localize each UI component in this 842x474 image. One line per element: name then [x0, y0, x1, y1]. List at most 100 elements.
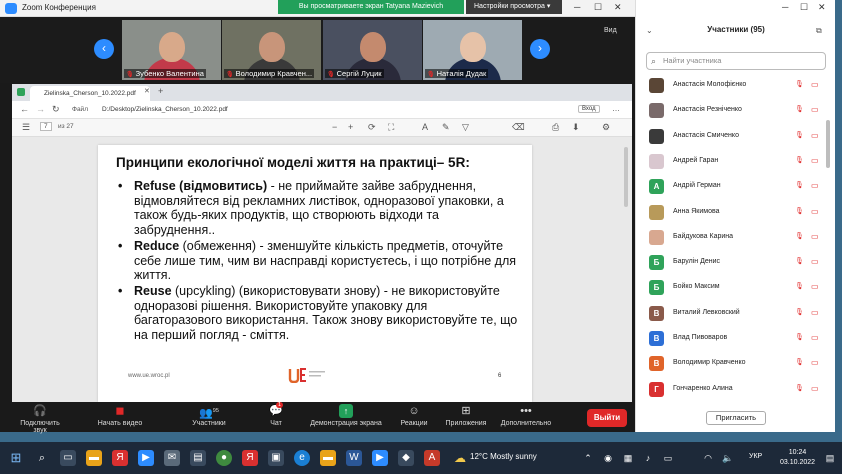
video-thumbnail[interactable]: 🎙 Зубенко Валентина	[122, 20, 221, 80]
participant-row[interactable]: Анастасія Смиченко 🎙 ▭	[646, 128, 828, 146]
reactions-button[interactable]: ☺ Реакции	[396, 404, 432, 427]
panel-minimize-icon[interactable]: ─	[782, 2, 788, 12]
participant-row[interactable]: В Виталий Левковский 🎙 ▭	[646, 305, 828, 323]
strip-next-icon[interactable]: ›	[530, 39, 550, 59]
participant-row[interactable]: Б Барулін Денис 🎙 ▭	[646, 254, 828, 272]
participant-row[interactable]: Андрей Гаран 🎙 ▭	[646, 153, 828, 171]
camera-off-icon: ▭	[811, 105, 819, 115]
start-icon[interactable]: ⊞	[8, 450, 24, 466]
audio-button[interactable]: 🎧 Подключить звук	[14, 404, 66, 434]
taskbar-search-icon[interactable]: ⌕	[34, 450, 50, 466]
participant-row[interactable]: Б Бойко Максим 🎙 ▭	[646, 279, 828, 297]
fit-page-icon[interactable]: ⛶	[388, 122, 394, 133]
yandex-browser-icon[interactable]: Я	[112, 450, 128, 466]
participant-name: Анастасія Молофієнко	[673, 81, 747, 88]
strip-view-button[interactable]: Вид	[604, 27, 617, 34]
video-thumbnail[interactable]: 🎙 Сергій Луцик	[323, 20, 422, 80]
speaker-icon[interactable]: 🔈	[720, 450, 736, 466]
panel-close-icon[interactable]: ✕	[818, 2, 826, 13]
tray-expand-icon[interactable]: ⌃	[580, 450, 596, 466]
print-icon[interactable]: ⎙	[552, 122, 559, 133]
participant-row[interactable]: А Андрій Герман 🎙 ▭	[646, 178, 828, 196]
university-logo-icon	[288, 368, 325, 383]
browser-menu-icon[interactable]: …	[612, 104, 620, 113]
participant-row[interactable]: Байдукова Карина 🎙 ▭	[646, 229, 828, 247]
highlight-icon[interactable]: ▽	[462, 122, 469, 133]
draw-icon[interactable]: ✎	[442, 122, 450, 133]
wifi-icon[interactable]: ◠	[700, 450, 716, 466]
back-icon[interactable]: ←	[20, 104, 29, 114]
tab-close-icon[interactable]: ✕	[144, 87, 150, 95]
browser-tab[interactable]: Zielinska_Cherson_10.2022.pdf	[30, 86, 150, 101]
participant-video-face	[159, 32, 185, 62]
battery-icon[interactable]: ▭	[660, 450, 676, 466]
minimize-icon[interactable]: ─	[574, 2, 580, 12]
panel-popout-icon[interactable]: ⧉	[816, 26, 822, 36]
yandex-icon[interactable]: Я	[242, 450, 258, 466]
video-thumbnail[interactable]: 🎙 Наталія Дудак	[423, 20, 522, 80]
view-options-button[interactable]: Настройки просмотра ▾	[466, 0, 562, 14]
forward-icon[interactable]: →	[36, 104, 45, 114]
task-view-icon[interactable]: ▭	[60, 450, 76, 466]
address-input[interactable]: D:/Desktop/Zielinska_Cherson_10.2022.pdf	[102, 106, 228, 113]
folder-icon[interactable]: ▬	[320, 450, 336, 466]
language-indicator[interactable]: УКР	[749, 453, 762, 460]
pdf-settings-icon[interactable]: ⚙	[602, 122, 610, 133]
participant-row[interactable]: Анна Якимова 🎙 ▭	[646, 204, 828, 222]
page-number-input[interactable]: 7	[40, 122, 52, 131]
tray-app-icon[interactable]: ◉	[600, 450, 616, 466]
strip-prev-icon[interactable]: ‹	[94, 39, 114, 59]
volume-icon[interactable]: ♪	[640, 450, 656, 466]
store-icon[interactable]: ▤	[190, 450, 206, 466]
participant-row[interactable]: Анастасія Резніченко 🎙 ▭	[646, 102, 828, 120]
leave-button[interactable]: Выйти	[587, 409, 627, 427]
bullet-dot: •	[118, 179, 123, 193]
weather-text[interactable]: 12°C Mostly sunny	[470, 452, 537, 461]
invite-button[interactable]: Пригласить	[706, 411, 766, 425]
pdf-app-icon[interactable]: A	[424, 450, 440, 466]
pdf-scrollbar[interactable]	[624, 147, 628, 207]
share-screen-button[interactable]: ↑ Демонстрация экрана	[306, 404, 386, 427]
word-icon[interactable]: W	[346, 450, 362, 466]
pdf-contents-icon[interactable]: ☰	[22, 122, 30, 133]
participant-row[interactable]: В Влад Пивоваров 🎙 ▭	[646, 330, 828, 348]
participant-row[interactable]: Г Гончаренко Алина 🎙 ▭	[646, 381, 828, 399]
reload-icon[interactable]: ↻	[52, 104, 60, 115]
zoom-in-icon[interactable]: +	[348, 122, 353, 132]
mail-icon[interactable]: ✉	[164, 450, 180, 466]
address-prefix: Файл	[72, 106, 88, 113]
more-button[interactable]: ••• Дополнительно	[496, 404, 556, 427]
chrome-icon[interactable]: ●	[216, 450, 232, 466]
rotate-icon[interactable]: ⟳	[368, 122, 376, 133]
app-icon[interactable]: ◆	[398, 450, 414, 466]
weather-icon[interactable]: ☁	[452, 450, 468, 466]
zoom-out-icon[interactable]: −	[332, 122, 337, 132]
network-icon[interactable]: ▦	[620, 450, 636, 466]
edge-icon[interactable]: e	[294, 450, 310, 466]
chat-button[interactable]: 💬 1 Чат	[262, 402, 290, 427]
video-thumbnail[interactable]: 🎙 Володимир Кравчен...	[222, 20, 321, 80]
close-icon[interactable]: ✕	[614, 2, 622, 13]
zoom-app-icon[interactable]: ▶	[138, 450, 154, 466]
zoom-taskbar-icon[interactable]: ▶	[372, 450, 388, 466]
participant-row[interactable]: Анастасія Молофієнко 🎙 ▭	[646, 77, 828, 95]
participants-button[interactable]: 👥95 Участники	[188, 404, 230, 427]
save-icon[interactable]: ⬇	[572, 122, 580, 133]
participant-row[interactable]: В Володимир Кравченко 🎙 ▭	[646, 355, 828, 373]
erase-icon[interactable]: ⌫	[512, 122, 525, 133]
notifications-icon[interactable]: ▤	[822, 450, 838, 466]
avatar	[649, 229, 664, 245]
clock[interactable]: 10:24 03.10.2022	[780, 448, 815, 468]
photos-icon[interactable]: ▣	[268, 450, 284, 466]
panel-maximize-icon[interactable]: ☐	[800, 2, 808, 13]
browser-profile-button[interactable]: Вход	[578, 105, 600, 113]
read-aloud-icon[interactable]: A	[422, 122, 428, 132]
maximize-icon[interactable]: ☐	[594, 2, 602, 13]
participant-search-input[interactable]: ⌕ Найти участника	[646, 52, 826, 70]
new-tab-icon[interactable]: +	[158, 86, 163, 96]
file-explorer-icon[interactable]: ▬	[86, 450, 102, 466]
apps-button[interactable]: ⊞ Приложения	[440, 404, 492, 427]
participants-scrollbar[interactable]	[826, 120, 830, 168]
video-button[interactable]: ◼ Начать видео	[94, 404, 146, 427]
zoom-window: Zoom Конференция Вы просматриваете экран…	[0, 0, 635, 434]
